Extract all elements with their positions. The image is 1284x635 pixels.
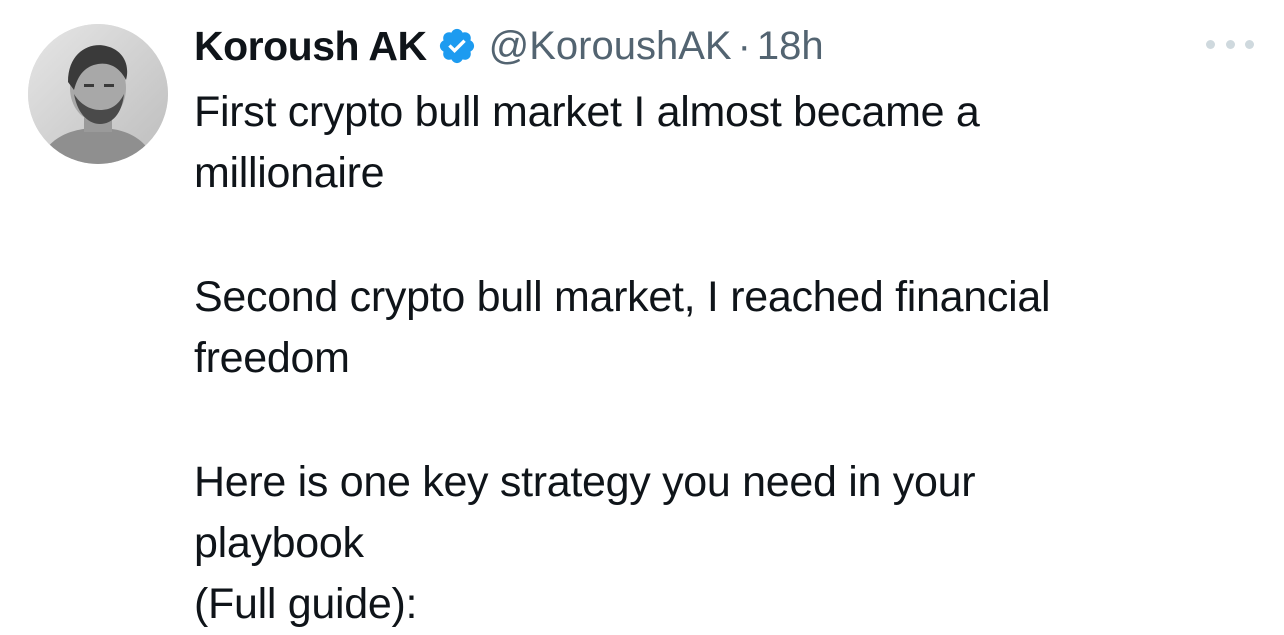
tweet-line: (Full guide): [194,580,418,628]
more-dot [1206,39,1215,49]
avatar[interactable] [28,24,168,164]
tweet-line: Second crypto bull market, I reached fin… [194,273,1051,321]
tweet-line: Here is one key strategy you need in you… [194,458,976,506]
tweet[interactable]: Koroush AK @KoroushAK · 18h First crypto… [0,0,1284,635]
tweet-paragraph: Here is one key strategy you need in you… [194,452,1264,635]
tweet-line: First crypto bull market I almost became… [194,88,980,136]
tweet-text: First crypto bull market I almost became… [194,82,1264,635]
author-name[interactable]: Koroush AK [194,23,427,70]
tweet-line: freedom [194,334,350,382]
tweet-line: millionaire [194,149,385,197]
tweet-header: Koroush AK @KoroushAK · 18h [194,18,824,74]
tweet-paragraph: First crypto bull market I almost became… [194,82,1264,204]
tweet-timestamp[interactable]: 18h [757,24,824,69]
tweet-paragraph: Second crypto bull market, I reached fin… [194,267,1264,389]
avatar-image [28,24,168,164]
separator-dot: · [737,23,751,68]
more-dot [1225,39,1235,49]
tweet-line: playbook [194,519,364,567]
more-dot [1245,39,1254,49]
author-handle[interactable]: @KoroushAK [489,24,732,69]
more-options-icon[interactable] [1206,30,1254,58]
verified-badge-icon[interactable] [437,26,477,66]
